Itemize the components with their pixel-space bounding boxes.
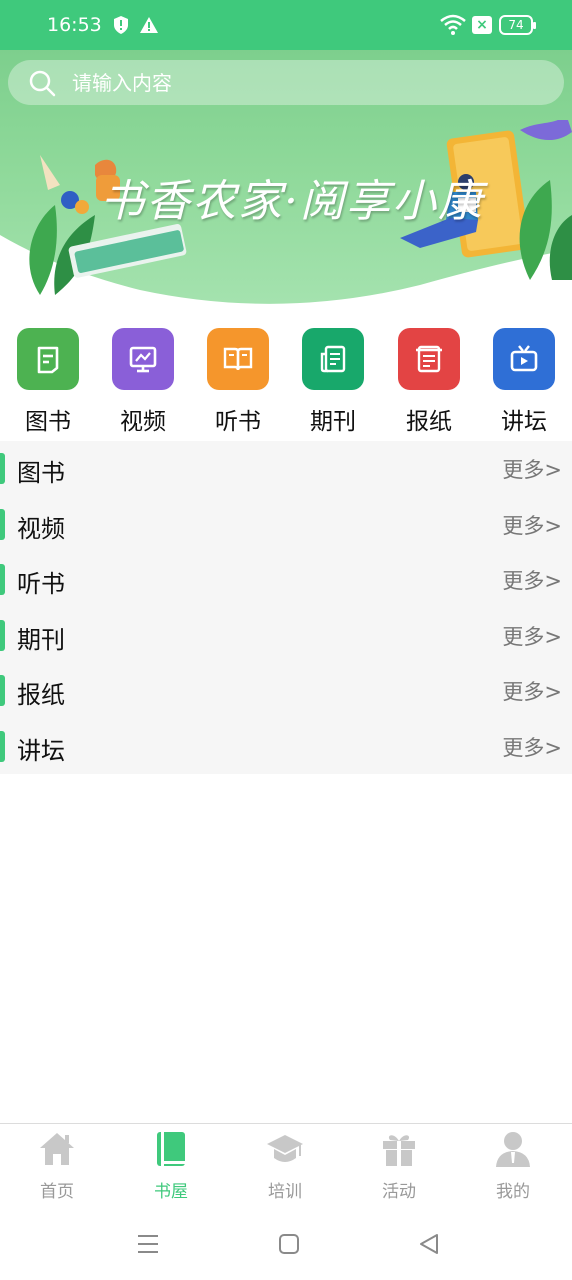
warning-icon — [140, 17, 158, 33]
nav-activity[interactable]: 活动 — [342, 1124, 456, 1210]
category-tile — [207, 328, 269, 390]
video-monitor-icon — [129, 346, 157, 373]
category-newspapers[interactable]: 报纸 — [383, 328, 473, 436]
journal-icon — [320, 345, 346, 373]
category-tile — [398, 328, 460, 390]
category-journals[interactable]: 期刊 — [287, 328, 377, 436]
more-link[interactable]: 更多> — [502, 621, 562, 651]
newspaper-icon — [416, 345, 442, 373]
category-videos[interactable]: 视频 — [97, 328, 187, 436]
nav-training[interactable]: 培训 — [228, 1124, 342, 1210]
battery-icon: 74 — [499, 15, 536, 35]
section-accent-bar — [0, 508, 5, 540]
banner[interactable]: 书香农家·阅享小康 — [0, 50, 572, 315]
nav-label: 书屋 — [154, 1182, 188, 1202]
category-label: 报纸 — [406, 409, 452, 435]
nav-bookhouse[interactable]: 书屋 — [114, 1124, 228, 1210]
section-accent-bar — [0, 730, 5, 762]
more-link[interactable]: 更多> — [502, 732, 562, 762]
section-videos: 视频 更多> — [0, 497, 572, 553]
section-accent-bar — [0, 453, 5, 484]
bottom-nav: 首页 书屋 培训 活动 我的 — [0, 1123, 572, 1209]
section-title: 图书 — [17, 459, 65, 487]
category-label: 听书 — [215, 409, 261, 435]
search-box[interactable] — [8, 60, 564, 105]
category-grid: 图书 视频 听书 期刊 报纸 讲坛 — [0, 328, 572, 438]
section-title: 视频 — [17, 514, 65, 543]
user-icon — [496, 1132, 530, 1167]
category-audiobooks[interactable]: 听书 — [192, 328, 282, 436]
more-link[interactable]: 更多> — [502, 454, 562, 484]
category-tile — [17, 328, 79, 390]
section-lectures: 讲坛 更多> — [0, 719, 572, 775]
tv-icon — [510, 345, 538, 372]
section-newspapers: 报纸 更多> — [0, 663, 572, 719]
menu-icon[interactable] — [135, 1231, 161, 1257]
section-accent-bar — [0, 564, 5, 595]
section-title: 听书 — [17, 570, 65, 598]
bookshelf-icon — [157, 1132, 185, 1166]
home-icon — [40, 1133, 74, 1165]
category-tile — [112, 328, 174, 390]
back-icon[interactable] — [416, 1231, 442, 1257]
more-link[interactable]: 更多> — [502, 676, 562, 706]
system-nav-bar — [0, 1209, 572, 1280]
nav-label: 活动 — [382, 1182, 416, 1202]
status-bar: 16:53 × 74 — [0, 0, 572, 50]
category-tile — [493, 328, 555, 390]
nav-label: 培训 — [268, 1182, 302, 1202]
search-icon — [29, 70, 56, 97]
section-title: 期刊 — [17, 625, 65, 654]
section-title: 报纸 — [17, 681, 65, 709]
graduation-cap-icon — [267, 1135, 303, 1162]
section-audiobooks: 听书 更多> — [0, 552, 572, 608]
category-tile — [302, 328, 364, 390]
category-books[interactable]: 图书 — [2, 328, 92, 436]
section-journals: 期刊 更多> — [0, 608, 572, 664]
nav-mine[interactable]: 我的 — [456, 1124, 570, 1210]
gift-icon — [383, 1135, 415, 1166]
more-link[interactable]: 更多> — [502, 510, 562, 540]
section-books: 图书 更多> — [0, 441, 572, 497]
shield-icon — [114, 16, 128, 34]
category-label: 讲坛 — [501, 409, 547, 435]
book-icon — [37, 346, 59, 374]
wifi-icon — [440, 14, 466, 35]
more-link[interactable]: 更多> — [502, 565, 562, 595]
open-book-icon — [223, 347, 253, 371]
category-label: 期刊 — [310, 409, 356, 435]
category-label: 视频 — [120, 409, 166, 435]
section-accent-bar — [0, 619, 5, 651]
sim-blocked-icon: × — [472, 16, 492, 34]
section-list: 图书 更多> 视频 更多> 听书 更多> 期刊 更多> 报纸 更多> 讲坛 更多… — [0, 441, 572, 774]
section-title: 讲坛 — [17, 736, 65, 765]
nav-home[interactable]: 首页 — [0, 1124, 114, 1210]
category-lectures[interactable]: 讲坛 — [478, 328, 568, 436]
banner-title: 书香农家·阅享小康 — [100, 176, 484, 227]
home-square-icon[interactable] — [276, 1231, 302, 1257]
section-accent-bar — [0, 675, 5, 706]
search-input[interactable] — [72, 60, 542, 105]
nav-label: 首页 — [40, 1182, 74, 1202]
category-label: 图书 — [25, 409, 71, 435]
status-time: 16:53 — [47, 14, 102, 36]
nav-label: 我的 — [496, 1182, 530, 1202]
